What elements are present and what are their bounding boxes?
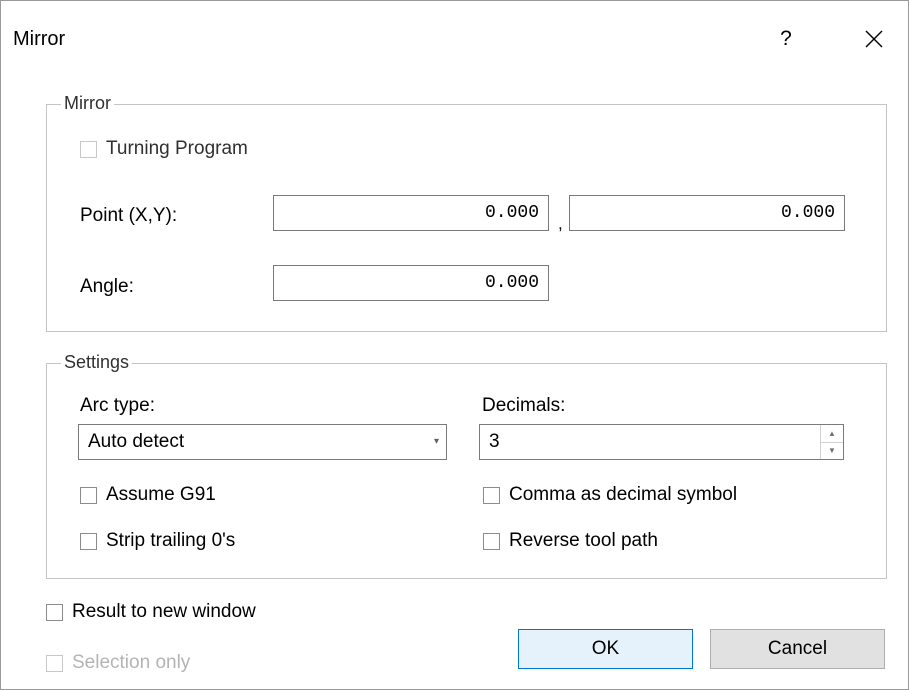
mirror-group-legend: Mirror [61, 93, 114, 114]
strip-trailing-box[interactable] [80, 532, 97, 550]
decimals-value: 3 [489, 431, 500, 452]
selection-only-checkbox[interactable]: Selection only [46, 652, 190, 674]
ok-button[interactable]: OK [518, 629, 693, 669]
title-bar[interactable]: Mirror ? [1, 1, 908, 81]
point-separator: , [558, 214, 563, 233]
comma-decimal-label: Comma as decimal symbol [509, 484, 738, 505]
close-button[interactable] [846, 19, 902, 59]
dialog-title: Mirror [13, 28, 66, 50]
arc-type-select[interactable]: Auto detect ▾ [78, 424, 447, 460]
strip-trailing-label: Strip trailing 0's [106, 530, 236, 551]
reverse-tool-path-checkbox[interactable]: Reverse tool path [483, 530, 658, 552]
mirror-dialog: Mirror ? Mirror Turning Program Point (X… [0, 0, 909, 690]
help-button[interactable]: ? [756, 19, 816, 59]
reverse-tool-path-label: Reverse tool path [509, 530, 658, 551]
settings-group-legend: Settings [61, 352, 133, 373]
selection-only-label: Selection only [72, 652, 191, 673]
selection-only-box[interactable] [46, 654, 63, 672]
point-x-input[interactable]: 0.000 [273, 195, 549, 231]
chevron-down-icon[interactable]: ▼ [821, 442, 843, 459]
decimals-label: Decimals: [482, 395, 566, 416]
chevron-down-icon: ▾ [433, 436, 439, 447]
decimals-stepper[interactable]: 3 ▲ ▼ [479, 424, 844, 460]
cancel-button[interactable]: Cancel [710, 629, 885, 669]
assume-g91-label: Assume G91 [106, 484, 216, 505]
arc-type-label: Arc type: [80, 395, 155, 416]
turning-program-checkbox[interactable]: Turning Program [80, 138, 248, 160]
assume-g91-box[interactable] [80, 486, 97, 504]
result-new-window-box[interactable] [46, 603, 63, 621]
decimals-spin-buttons[interactable]: ▲ ▼ [820, 425, 843, 459]
point-label: Point (X,Y): [80, 205, 178, 226]
comma-decimal-checkbox[interactable]: Comma as decimal symbol [483, 484, 737, 506]
result-new-window-label: Result to new window [72, 601, 256, 622]
angle-input[interactable]: 0.000 [273, 265, 549, 301]
point-y-input[interactable]: 0.000 [569, 195, 845, 231]
turning-program-label: Turning Program [106, 138, 248, 159]
assume-g91-checkbox[interactable]: Assume G91 [80, 484, 216, 506]
comma-decimal-box[interactable] [483, 486, 500, 504]
arc-type-value: Auto detect [88, 431, 185, 452]
close-icon [865, 30, 883, 48]
reverse-tool-path-box[interactable] [483, 532, 500, 550]
strip-trailing-checkbox[interactable]: Strip trailing 0's [80, 530, 235, 552]
result-new-window-checkbox[interactable]: Result to new window [46, 601, 256, 623]
turning-program-box[interactable] [80, 140, 97, 158]
angle-label: Angle: [80, 276, 134, 297]
